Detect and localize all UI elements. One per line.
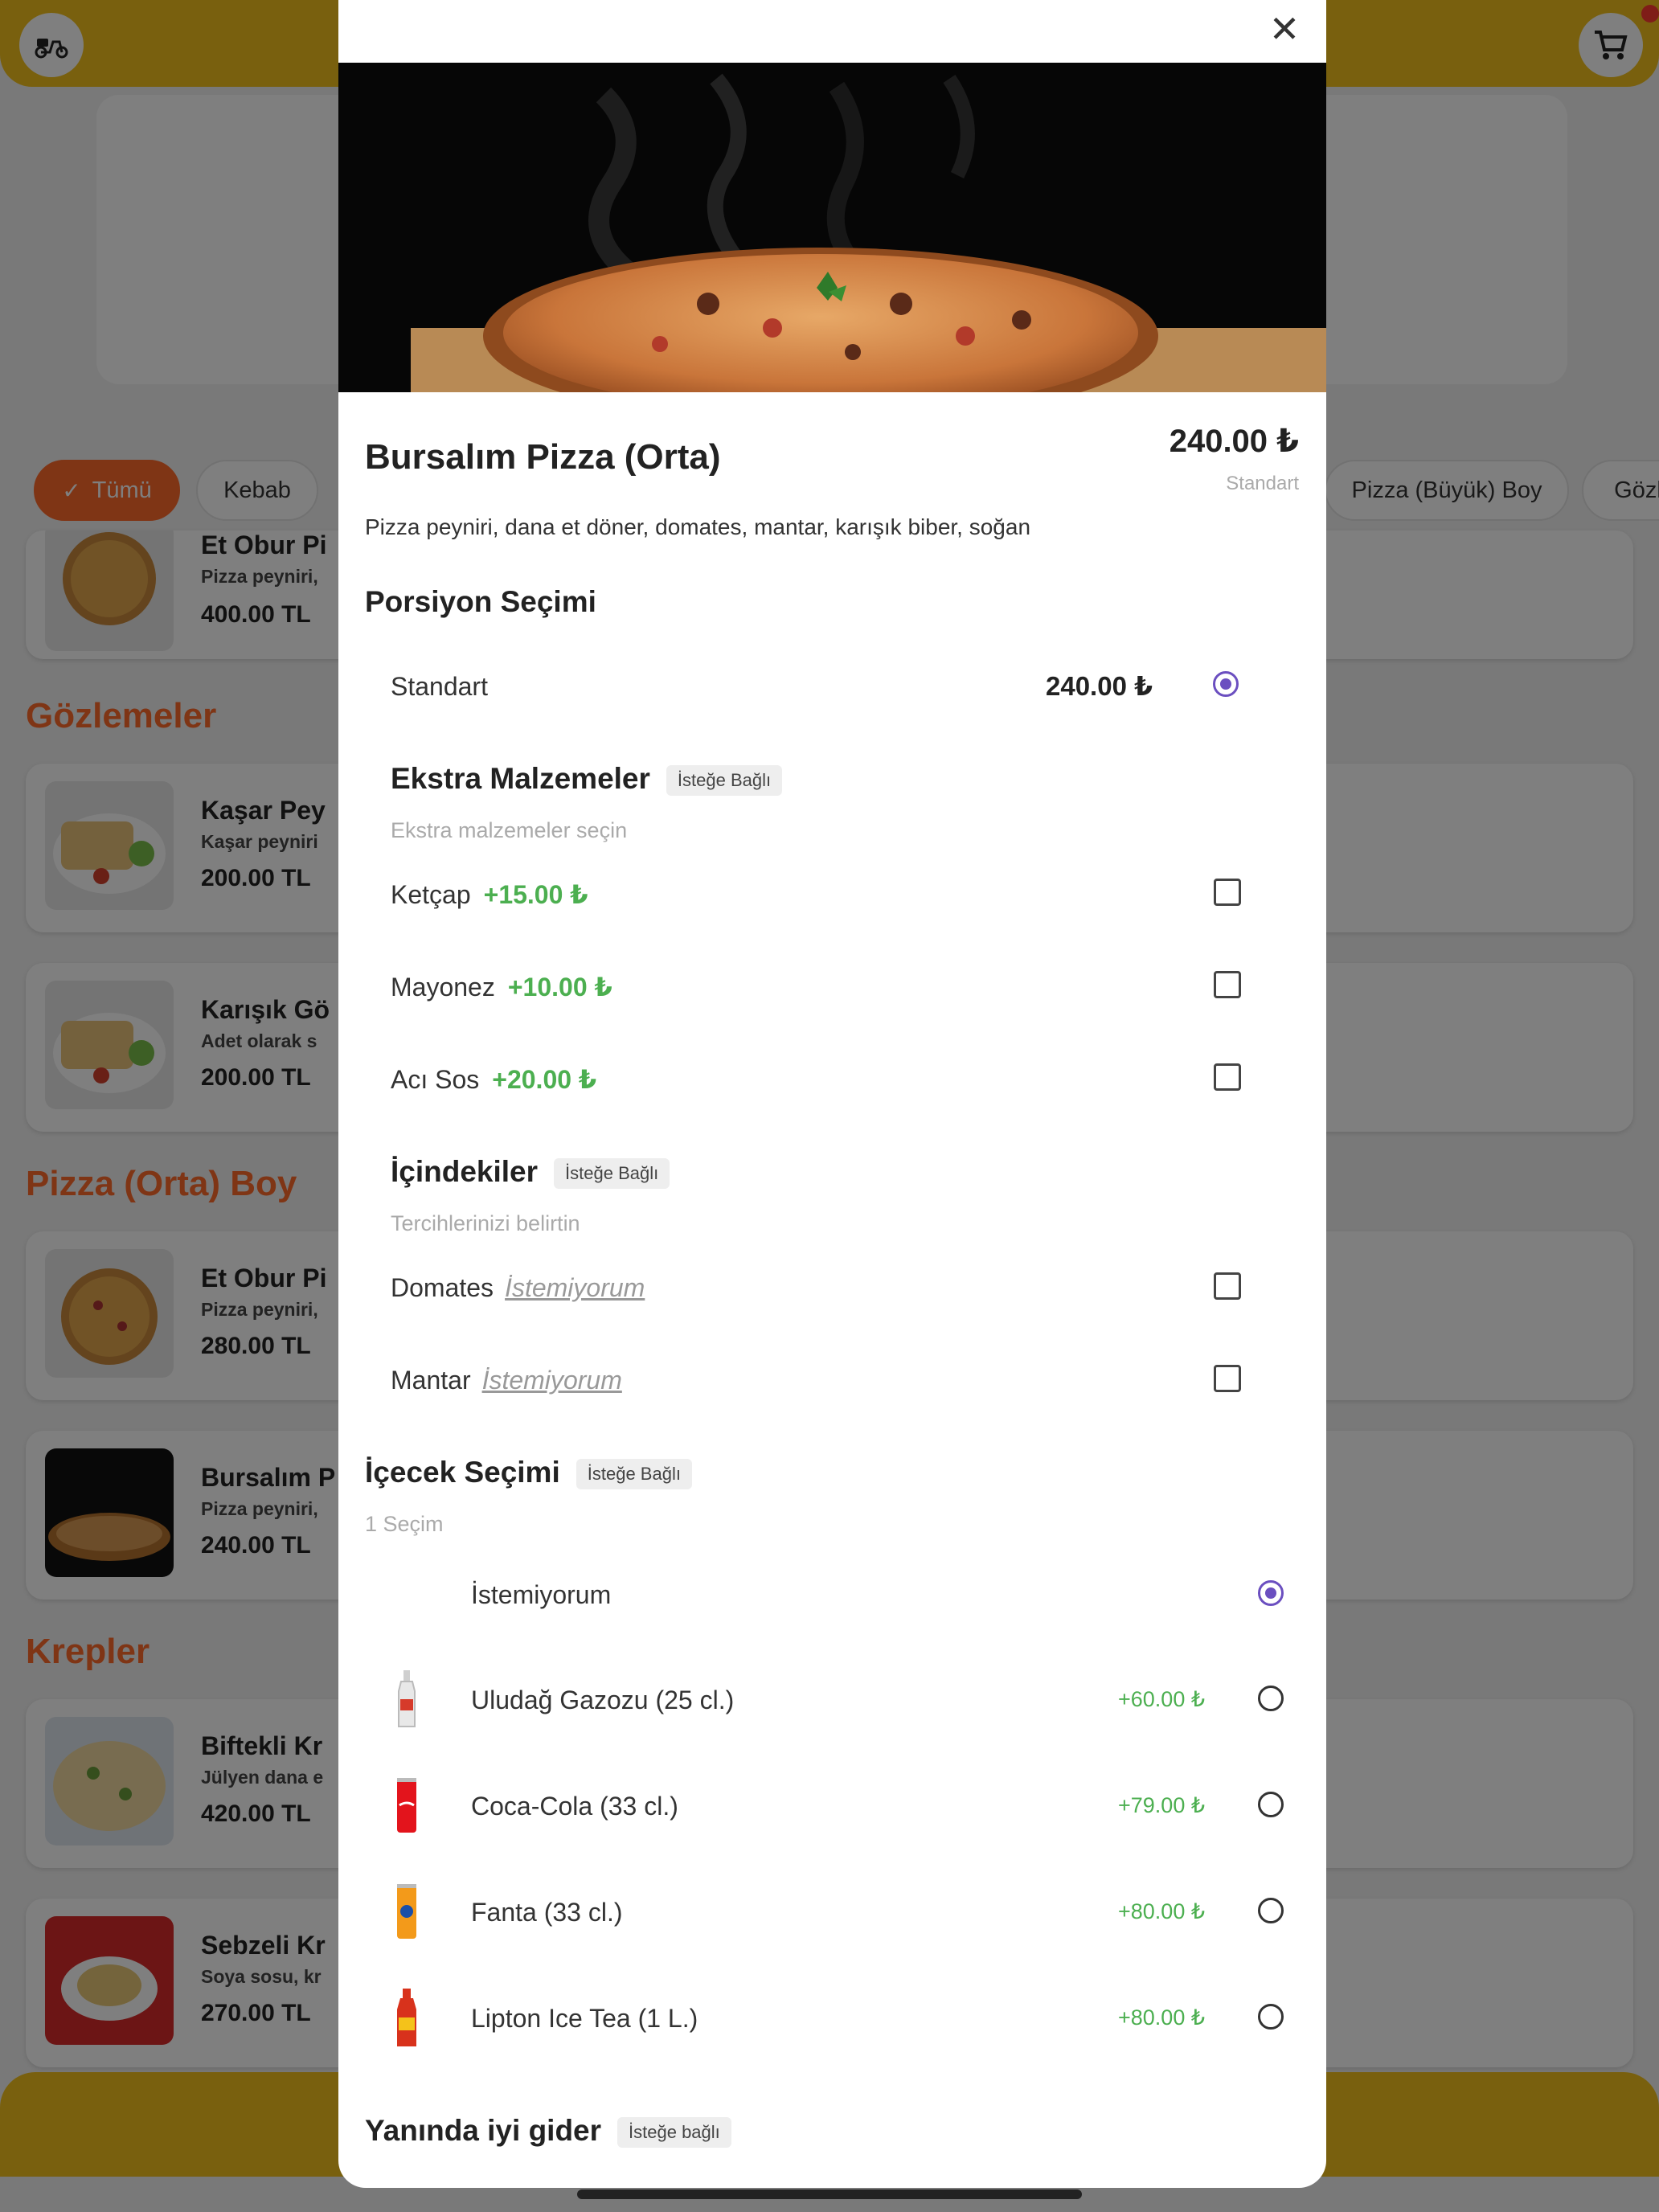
portion-radio[interactable] <box>1213 671 1239 697</box>
drink-radio[interactable] <box>1258 1580 1284 1606</box>
option-price: +20.00 ₺ <box>492 1065 597 1094</box>
option-label: Fanta (33 cl.) <box>471 1898 623 1927</box>
product-price: 240.00 ₺ <box>1169 424 1299 459</box>
home-indicator <box>577 2189 1082 2199</box>
sides-heading-text: Yanında iyi gider <box>365 2114 602 2147</box>
modal-header: ✕ <box>338 0 1326 63</box>
option-price: 240.00 ₺ <box>1046 671 1153 701</box>
option-label: Mayonez <box>391 973 495 1002</box>
domates-checkbox[interactable] <box>1214 1272 1241 1300</box>
aci-sos-checkbox[interactable] <box>1214 1063 1241 1091</box>
extra-option-aci-sos[interactable]: Acı Sos +20.00 ₺ <box>391 1064 596 1095</box>
option-price: +10.00 ₺ <box>507 973 612 1002</box>
ingredient-option-mantar[interactable]: Mantar İstemiyorum <box>391 1366 622 1395</box>
extras-heading-text: Ekstra Malzemeler <box>391 762 650 795</box>
glass-bottle-icon <box>398 1670 416 1727</box>
extras-heading: Ekstra Malzemeler İsteğe Bağlı <box>391 762 783 797</box>
optional-tag: İsteğe Bağlı <box>576 1459 692 1490</box>
mantar-checkbox[interactable] <box>1214 1365 1241 1392</box>
extra-option-mayonez[interactable]: Mayonez +10.00 ₺ <box>391 972 612 1002</box>
drink-radio[interactable] <box>1258 1686 1284 1711</box>
option-note: İstemiyorum <box>481 1366 622 1395</box>
product-detail-modal: ✕ Bursalım Pizza (Orta) 240.00 ₺ Standar… <box>338 0 1326 2188</box>
product-title: Bursalım Pizza (Orta) <box>365 437 721 477</box>
product-image <box>338 63 1326 392</box>
close-icon: ✕ <box>1268 8 1301 50</box>
optional-tag: İsteğe Bağlı <box>666 765 783 797</box>
extras-subtitle: Ekstra malzemeler seçin <box>391 818 628 842</box>
option-price: +79.00 ₺ <box>1118 1793 1206 1817</box>
drink-radio[interactable] <box>1258 1792 1284 1817</box>
option-price: +80.00 ₺ <box>1118 1899 1206 1923</box>
ingredient-option-domates[interactable]: Domates İstemiyorum <box>391 1273 645 1303</box>
drinks-subtitle: 1 Seçim <box>365 1512 444 1536</box>
option-label: Mantar <box>391 1366 471 1395</box>
ingredients-heading-text: İçindekiler <box>391 1155 539 1188</box>
ingredients-heading: İçindekiler İsteğe Bağlı <box>391 1155 670 1190</box>
drink-radio[interactable] <box>1258 1898 1284 1923</box>
option-price: +60.00 ₺ <box>1118 1687 1206 1711</box>
option-label: Uludağ Gazozu (25 cl.) <box>471 1686 735 1714</box>
option-label: Coca-Cola (33 cl.) <box>471 1792 678 1821</box>
can-icon <box>397 1884 416 1939</box>
close-button[interactable]: ✕ <box>1260 5 1309 53</box>
price-note: Standart <box>1226 473 1299 494</box>
drinks-heading-text: İçecek Seçimi <box>365 1456 560 1489</box>
option-price: +80.00 ₺ <box>1118 2005 1206 2030</box>
optional-tag: İsteğe Bağlı <box>554 1158 670 1190</box>
ingredients-subtitle: Tercihlerinizi belirtin <box>391 1211 580 1235</box>
product-description: Pizza peyniri, dana et döner, domates, m… <box>365 514 1031 539</box>
portion-heading: Porsiyon Seçimi <box>365 585 596 618</box>
option-price: +15.00 ₺ <box>483 880 588 909</box>
sides-heading: Yanında iyi gider İsteğe bağlı <box>365 2114 731 2149</box>
option-label: Standart <box>391 672 488 701</box>
drinks-heading: İçecek Seçimi İsteğe Bağlı <box>365 1456 692 1490</box>
ketcap-checkbox[interactable] <box>1214 879 1241 906</box>
drink-radio[interactable] <box>1258 2004 1284 2030</box>
option-note: İstemiyorum <box>505 1273 645 1302</box>
option-label: Ketçap <box>391 880 471 909</box>
option-label: Domates <box>391 1273 494 1302</box>
option-label: Acı Sos <box>391 1065 480 1094</box>
bottle-icon <box>397 1989 416 2046</box>
extra-option-ketcap[interactable]: Ketçap +15.00 ₺ <box>391 879 588 910</box>
option-label: İstemiyorum <box>471 1580 612 1609</box>
can-icon <box>397 1778 416 1833</box>
mayonez-checkbox[interactable] <box>1214 971 1241 998</box>
option-label: Lipton Ice Tea (1 L.) <box>471 2004 698 2033</box>
optional-tag: İsteğe bağlı <box>617 2117 731 2149</box>
